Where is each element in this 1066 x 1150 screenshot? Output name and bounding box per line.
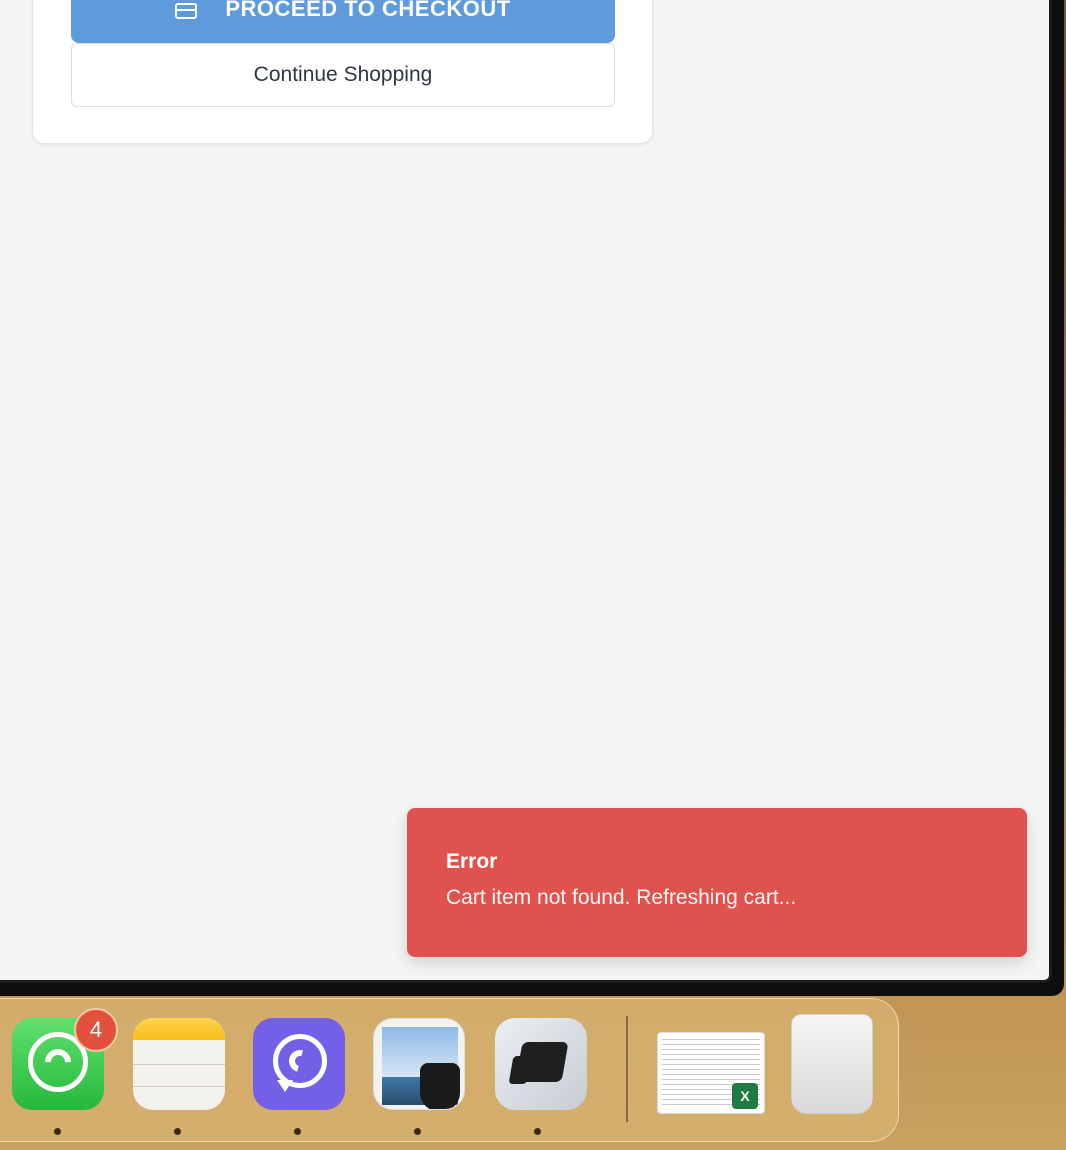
preview-icon[interactable]: [373, 1018, 465, 1110]
continue-shopping-button[interactable]: Continue Shopping: [71, 43, 615, 107]
proceed-to-checkout-button[interactable]: PROCEED TO CHECKOUT: [71, 0, 615, 43]
credit-card-icon: [175, 3, 198, 19]
trash-icon[interactable]: [791, 1014, 873, 1114]
running-indicator: [414, 1128, 421, 1135]
dock-divider: [626, 1016, 628, 1122]
toast-message: Cart item not found. Refreshing cart...: [446, 886, 797, 909]
toast-title: Error: [446, 850, 498, 873]
running-indicator: [534, 1128, 541, 1135]
excel-document-icon[interactable]: X: [657, 1032, 765, 1114]
keyboard-app-icon[interactable]: [495, 1018, 587, 1110]
app-window: PROCEED TO CHECKOUT Continue Shopping Er…: [0, 0, 1052, 983]
running-indicator: [294, 1128, 301, 1135]
running-indicator: [174, 1128, 181, 1135]
viber-icon[interactable]: [253, 1018, 345, 1110]
cart-summary-card: PROCEED TO CHECKOUT Continue Shopping: [32, 0, 653, 144]
checkout-label: PROCEED TO CHECKOUT: [225, 0, 511, 21]
whatsapp-badge: 4: [74, 1008, 118, 1052]
error-toast[interactable]: Error Cart item not found. Refreshing ca…: [407, 808, 1027, 957]
notes-icon[interactable]: [133, 1018, 225, 1110]
continue-shopping-label: Continue Shopping: [253, 63, 433, 86]
running-indicator: [54, 1128, 61, 1135]
